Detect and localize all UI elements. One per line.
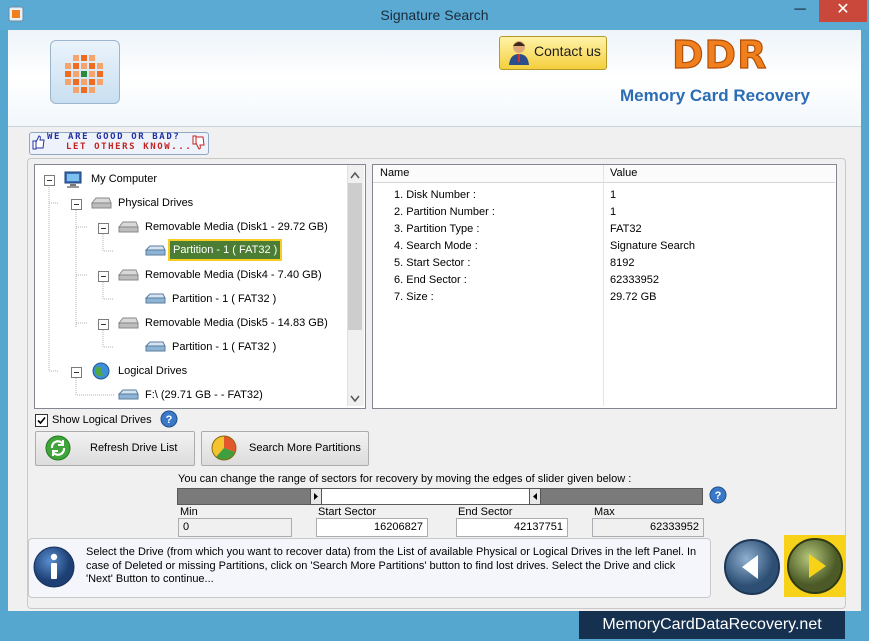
tree-item-disk1[interactable]: Removable Media (Disk1 - 29.72 GB) xyxy=(145,221,328,233)
expander-my-computer[interactable] xyxy=(44,175,55,186)
globe-icon xyxy=(90,361,112,381)
range-start-handle[interactable] xyxy=(310,488,322,505)
partition-icon xyxy=(117,388,139,402)
back-button[interactable] xyxy=(722,537,782,597)
expander-logical-drives[interactable] xyxy=(71,367,82,378)
start-sector-input[interactable]: 16206827 xyxy=(316,518,428,537)
max-field: 62333952 xyxy=(592,518,704,537)
svg-text:?: ? xyxy=(715,490,722,502)
tree-item-my-computer[interactable]: My Computer xyxy=(91,173,157,185)
property-value: 29.72 GB xyxy=(610,291,657,303)
computer-icon xyxy=(62,170,84,190)
properties-header xyxy=(373,165,835,183)
tree-item-physical-drives[interactable]: Physical Drives xyxy=(118,197,193,209)
property-name: 3. Partition Type : xyxy=(394,223,480,235)
refresh-drive-list-label: Refresh Drive List xyxy=(90,442,178,454)
svg-text:?: ? xyxy=(166,414,173,426)
help-icon[interactable]: ? xyxy=(160,410,178,428)
end-sector-input[interactable]: 42137751 xyxy=(456,518,568,537)
disk-icon xyxy=(117,267,139,283)
tree-item-disk1-partition[interactable]: Partition - 1 ( FAT32 ) xyxy=(167,239,283,261)
tree-item-disk4-partition[interactable]: Partition - 1 ( FAT32 ) xyxy=(172,293,276,305)
logo xyxy=(50,40,120,104)
property-value: FAT32 xyxy=(610,223,642,235)
disk-icon xyxy=(117,219,139,235)
range-end-handle[interactable] xyxy=(529,488,541,505)
expander-physical-drives[interactable] xyxy=(71,199,82,210)
column-header-value[interactable]: Value xyxy=(610,165,637,182)
thumbs-down-icon xyxy=(191,135,205,151)
partition-icon xyxy=(144,292,166,306)
end-sector-label: End Sector xyxy=(458,506,513,518)
tree-item-logical-drives[interactable]: Logical Drives xyxy=(118,365,187,377)
tree-item-logical-f[interactable]: F:\ (29.71 GB - - FAT32) xyxy=(145,389,263,401)
partition-icon xyxy=(144,244,166,258)
refresh-icon xyxy=(45,435,71,461)
show-logical-drives-checkbox[interactable] xyxy=(35,414,48,427)
minimize-button[interactable]: ─ xyxy=(785,0,815,22)
sector-range-selection xyxy=(322,489,530,504)
support-person-icon xyxy=(508,39,530,65)
website-url: MemoryCardDataRecovery.net xyxy=(602,616,822,633)
property-value: 1 xyxy=(610,189,617,201)
search-more-partitions-label: Search More Partitions xyxy=(249,442,361,454)
property-name: 6. End Sector : xyxy=(394,274,467,286)
close-button[interactable]: ✕ xyxy=(819,0,867,22)
property-value: 1 xyxy=(610,206,617,218)
info-icon xyxy=(33,546,75,588)
property-name: 1. Disk Number : xyxy=(394,189,476,201)
contact-us-label: Contact us xyxy=(534,43,601,59)
min-field: 0 xyxy=(178,518,292,537)
window-title: Signature Search xyxy=(380,7,489,23)
range-help-icon[interactable]: ? xyxy=(709,486,727,504)
partition-icon xyxy=(144,340,166,354)
expander-disk1[interactable] xyxy=(98,223,109,234)
feedback-line-1: WE ARE GOOD OR BAD? xyxy=(47,132,181,142)
feedback-line-2: LET OTHERS KNOW... xyxy=(66,142,193,152)
property-name: 7. Size : xyxy=(394,291,434,303)
info-text: Select the Drive (from which you want to… xyxy=(86,546,697,585)
start-sector-label: Start Sector xyxy=(318,506,377,518)
show-logical-drives-label[interactable]: Show Logical Drives xyxy=(52,414,152,426)
tree-item-disk4[interactable]: Removable Media (Disk4 - 7.40 GB) xyxy=(145,269,322,281)
column-divider xyxy=(603,165,604,406)
tree-item-disk5-partition[interactable]: Partition - 1 ( FAT32 ) xyxy=(172,341,276,353)
scroll-down-icon[interactable] xyxy=(350,394,360,403)
next-button[interactable] xyxy=(784,535,846,597)
tree-scroll-thumb[interactable] xyxy=(348,183,362,330)
drive-icon xyxy=(90,195,112,211)
tree-item-disk5[interactable]: Removable Media (Disk5 - 14.83 GB) xyxy=(145,317,328,329)
pie-chart-icon xyxy=(210,434,238,462)
column-header-name[interactable]: Name xyxy=(380,165,409,182)
min-label: Min xyxy=(180,506,198,518)
property-value: 62333952 xyxy=(610,274,659,286)
range-hint: You can change the range of sectors for … xyxy=(178,473,632,485)
max-label: Max xyxy=(594,506,615,518)
scroll-up-icon[interactable] xyxy=(350,170,360,179)
thumbs-up-icon xyxy=(31,134,45,150)
property-name: 4. Search Mode : xyxy=(394,240,478,252)
expander-disk5[interactable] xyxy=(98,319,109,330)
expander-disk4[interactable] xyxy=(98,271,109,282)
property-value: Signature Search xyxy=(610,240,695,252)
property-value: 8192 xyxy=(610,257,635,269)
property-name: 5. Start Sector : xyxy=(394,257,471,269)
product-name: Memory Card Recovery xyxy=(620,86,810,105)
brand-logo-text: DDR xyxy=(671,32,768,77)
disk-icon xyxy=(117,315,139,331)
property-name: 2. Partition Number : xyxy=(394,206,495,218)
